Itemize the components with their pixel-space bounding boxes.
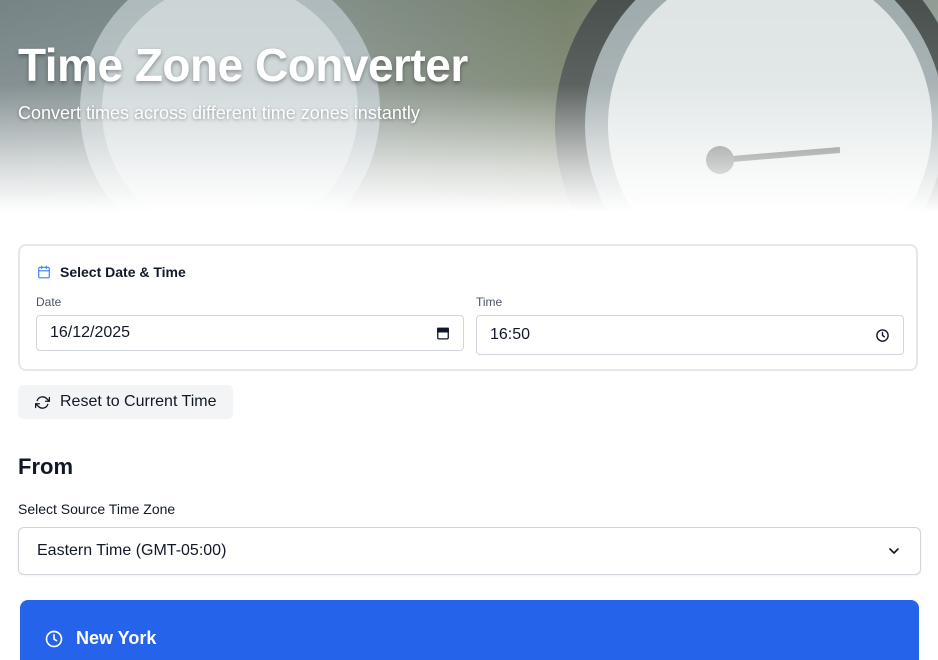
source-time-zone-label: Select Source Time Zone [18,501,176,517]
date-input[interactable]: 16/12/2025 [36,315,464,351]
date-value: 16/12/2025 [50,324,131,341]
source-time-zone-select[interactable]: Eastern Time (GMT-05:00) [18,527,921,575]
time-input[interactable]: 16:50 [476,315,904,355]
time-label: Time [476,295,503,309]
source-zone-card: New York [20,600,919,660]
source-zone-city: New York [76,628,157,648]
from-heading: From [18,454,73,479]
time-value: 16:50 [490,326,531,343]
reset-button-label: Reset to Current Time [60,393,217,410]
page-title: Time Zone Converter [18,39,468,91]
hero-banner: Time Zone Converter Convert times across… [0,0,938,212]
clock-icon [44,629,64,649]
clock-icon[interactable] [875,328,890,343]
calendar-picker-icon[interactable] [436,326,450,340]
date-label: Date [36,295,62,309]
calendar-icon [37,265,51,279]
source-zone-card-header: New York [44,628,156,649]
chevron-down-icon [886,543,902,559]
selected-time-zone: Eastern Time (GMT-05:00) [37,542,227,559]
datetime-card: Select Date & Time Date 16/12/2025 Time … [18,244,918,371]
datetime-card-header: Select Date & Time [37,264,186,280]
datetime-card-title: Select Date & Time [60,264,186,280]
page-subtitle: Convert times across different time zone… [18,103,420,123]
refresh-icon [35,395,50,410]
reset-to-current-time-button[interactable]: Reset to Current Time [18,385,233,419]
